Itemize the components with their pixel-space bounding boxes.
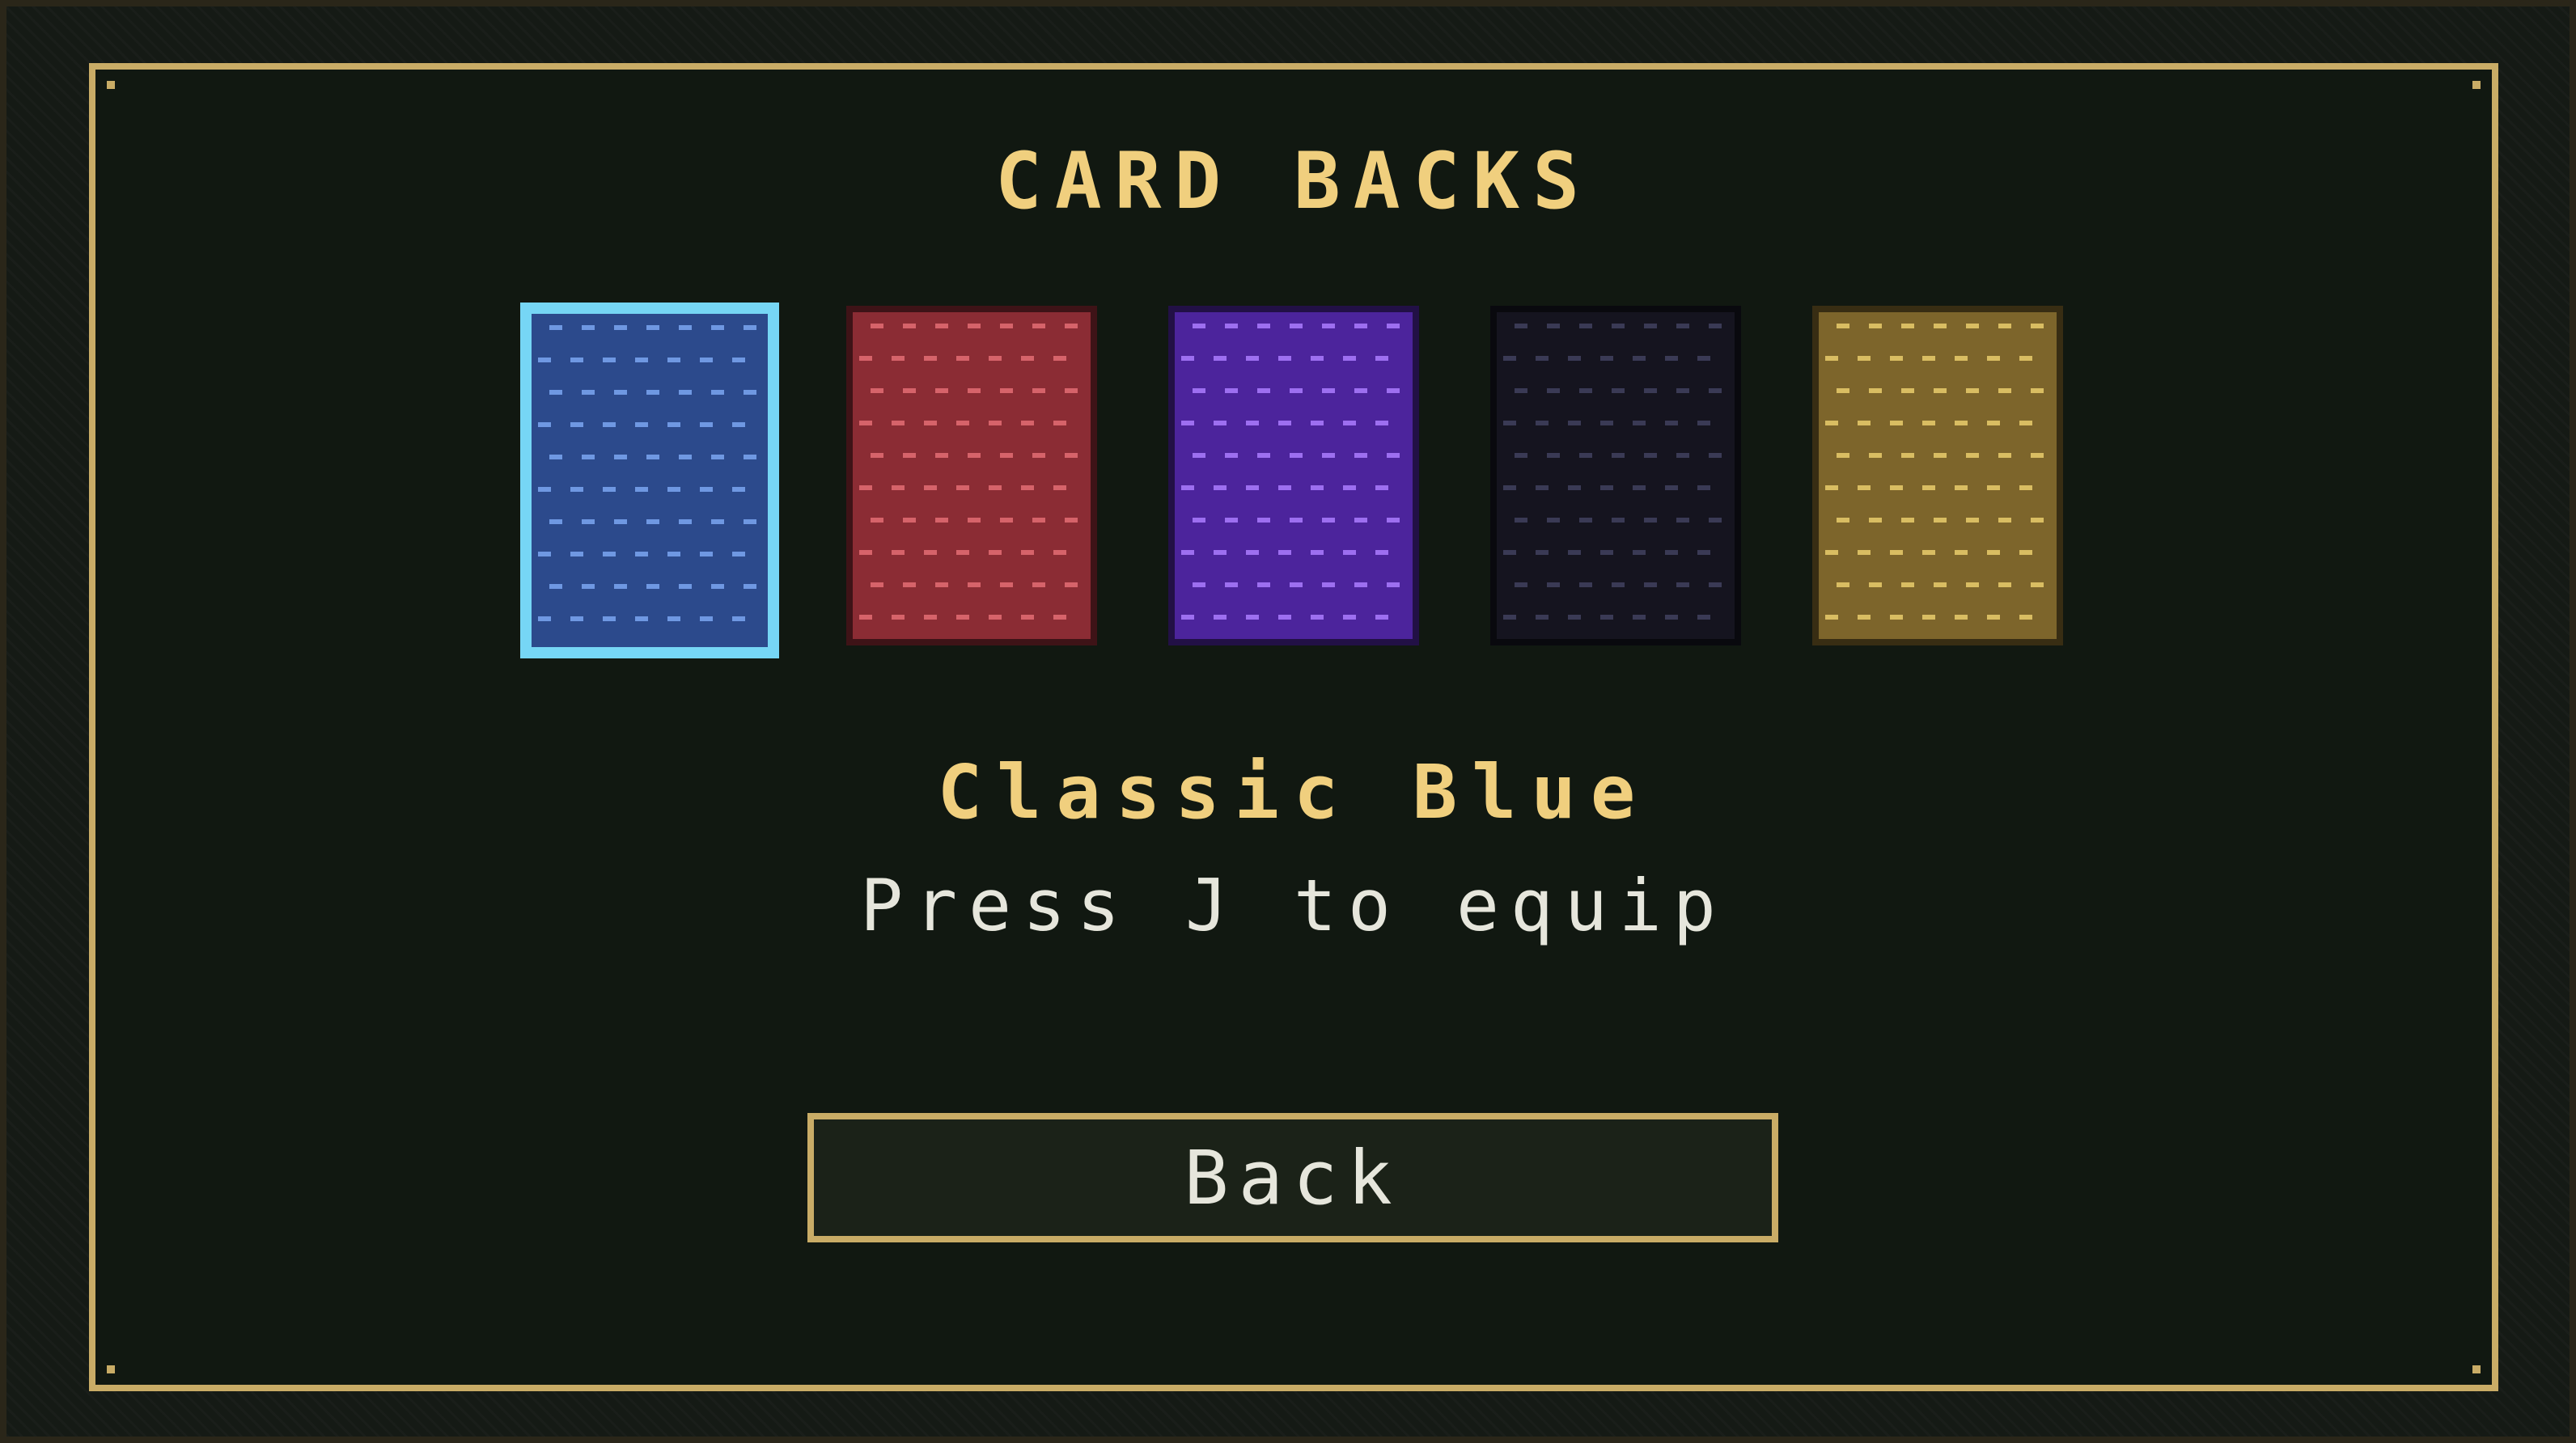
- card-pattern-row: [1825, 421, 2050, 425]
- card-pattern-rows: [1181, 324, 1406, 631]
- card-backs-panel: CARD BACKS Classic Blue Press J to equip…: [89, 63, 2498, 1391]
- card-pattern-row: [1181, 421, 1406, 425]
- card-pattern-row: [1193, 324, 1406, 328]
- card-pattern: [853, 312, 1091, 639]
- card-pattern-row: [859, 356, 1084, 361]
- card-pattern-row: [538, 422, 761, 427]
- card-pattern-row: [1193, 453, 1406, 458]
- card-pattern-row: [871, 388, 1084, 393]
- card-pattern-row: [1503, 615, 1728, 620]
- card-back-black-icon[interactable]: [1490, 306, 1741, 645]
- card-pattern-rows: [1825, 324, 2050, 631]
- card-pattern-row: [1825, 550, 2050, 555]
- card-pattern-row: [1837, 518, 2050, 523]
- card-pattern-row: [538, 487, 761, 492]
- card-pattern: [1497, 312, 1735, 639]
- corner-ornament: [107, 1365, 115, 1373]
- card-pattern-row: [1837, 582, 2050, 587]
- card-pattern-rows: [859, 324, 1084, 631]
- card-pattern-row: [1181, 485, 1406, 490]
- card-pattern-row: [1837, 453, 2050, 458]
- card-pattern-row: [871, 324, 1084, 328]
- corner-ornament: [2472, 81, 2481, 89]
- card-pattern-row: [1825, 615, 2050, 620]
- card-pattern-row: [1515, 453, 1728, 458]
- card-pattern-row: [1181, 356, 1406, 361]
- corner-ornament: [107, 81, 115, 89]
- card-pattern-row: [1515, 518, 1728, 523]
- card-pattern-row: [1503, 485, 1728, 490]
- card-pattern-row: [549, 325, 761, 330]
- card-pattern-row: [538, 358, 761, 362]
- card-pattern-row: [1503, 356, 1728, 361]
- card-pattern-row: [549, 455, 761, 459]
- card-pattern-row: [1503, 550, 1728, 555]
- equip-hint: Press J to equip: [860, 864, 1727, 947]
- card-back-selector: [95, 296, 2492, 660]
- selected-card-name: Classic Blue: [937, 749, 1650, 836]
- card-pattern-row: [1193, 582, 1406, 587]
- card-pattern-row: [859, 615, 1084, 620]
- card-pattern-row: [1515, 582, 1728, 587]
- card-pattern-row: [871, 518, 1084, 523]
- card-pattern-row: [859, 550, 1084, 555]
- card-pattern-row: [1825, 485, 2050, 490]
- card-back-purple-icon[interactable]: [1168, 306, 1419, 645]
- card-pattern: [532, 314, 768, 647]
- card-back-gold-icon[interactable]: [1812, 306, 2063, 645]
- card-back-blue-icon[interactable]: [520, 303, 779, 658]
- card-pattern-row: [1825, 356, 2050, 361]
- card-pattern-rows: [538, 325, 761, 639]
- card-pattern-row: [549, 584, 761, 589]
- card-pattern: [1175, 312, 1413, 639]
- game-screen: CARD BACKS Classic Blue Press J to equip…: [0, 0, 2576, 1443]
- corner-ornament: [2472, 1365, 2481, 1373]
- card-pattern-row: [859, 485, 1084, 490]
- card-pattern-rows: [1503, 324, 1728, 631]
- card-pattern-row: [1193, 388, 1406, 393]
- card-pattern-row: [549, 390, 761, 395]
- card-pattern-row: [859, 421, 1084, 425]
- card-pattern-row: [1193, 518, 1406, 523]
- back-button[interactable]: Back: [807, 1113, 1778, 1242]
- card-pattern-row: [549, 519, 761, 524]
- card-pattern-row: [871, 582, 1084, 587]
- card-pattern-row: [1515, 388, 1728, 393]
- card-pattern: [1819, 312, 2057, 639]
- card-pattern-row: [1837, 324, 2050, 328]
- card-pattern-row: [1181, 550, 1406, 555]
- page-title: CARD BACKS: [995, 136, 1592, 226]
- card-pattern-row: [871, 453, 1084, 458]
- card-back-red-icon[interactable]: [846, 306, 1097, 645]
- card-pattern-row: [1837, 388, 2050, 393]
- card-pattern-row: [1515, 324, 1728, 328]
- card-pattern-row: [538, 552, 761, 556]
- card-pattern-row: [1181, 615, 1406, 620]
- card-pattern-row: [538, 616, 761, 621]
- card-pattern-row: [1503, 421, 1728, 425]
